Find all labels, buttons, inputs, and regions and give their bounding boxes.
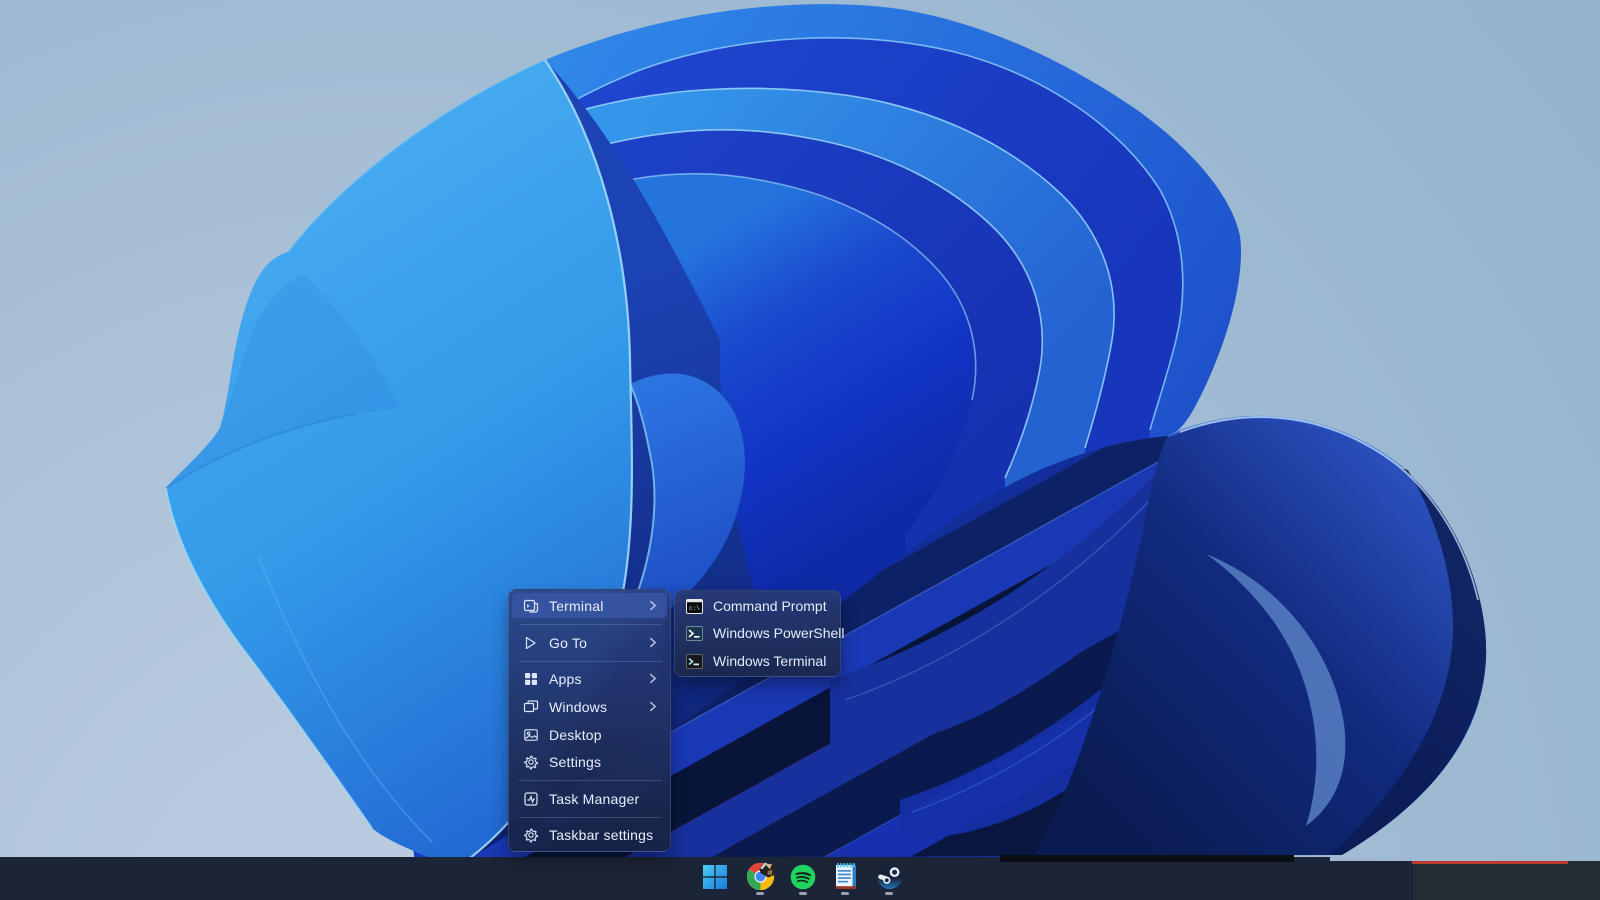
svg-text:c:\: c:\ (689, 605, 700, 612)
